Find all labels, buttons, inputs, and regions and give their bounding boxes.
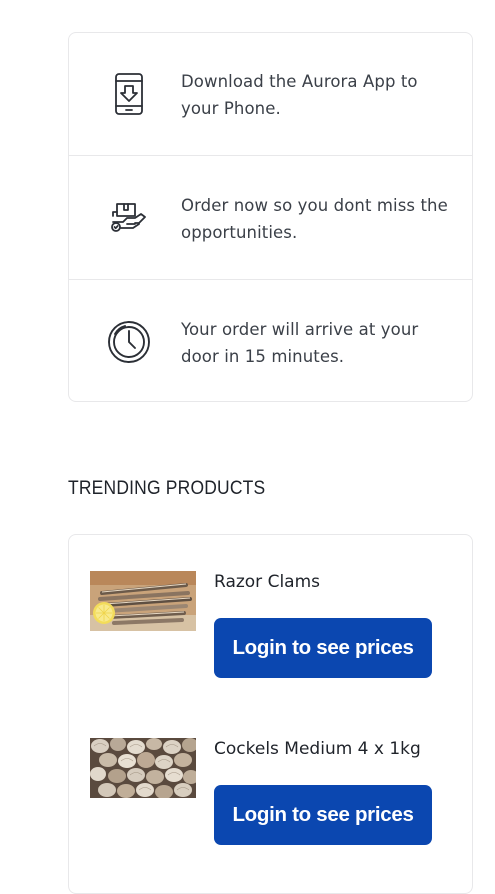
delivery-box-icon	[105, 194, 153, 242]
feature-delivery-time: Your order will arrive at your door in 1…	[69, 281, 472, 402]
clock-icon	[105, 318, 153, 366]
trending-products-card: Razor Clams Login to see prices Cockels …	[68, 534, 473, 894]
cockles-image[interactable]	[90, 738, 196, 798]
feature-text: Your order will arrive at your door in 1…	[181, 320, 419, 366]
trending-products-heading: TRENDING PRODUCTS	[68, 478, 266, 499]
product-item: Cockels Medium 4 x 1kg Login to see pric…	[69, 738, 472, 858]
login-to-see-prices-button[interactable]: Login to see prices	[214, 785, 432, 845]
feature-download-app: Download the Aurora App to your Phone.	[69, 33, 472, 156]
product-name[interactable]: Razor Clams	[214, 572, 320, 592]
login-to-see-prices-button[interactable]: Login to see prices	[214, 618, 432, 678]
feature-order-now: Order now so you dont miss the opportuni…	[69, 157, 472, 280]
product-name[interactable]: Cockels Medium 4 x 1kg	[214, 739, 421, 759]
razor-clams-image[interactable]	[90, 571, 196, 631]
feature-text: Download the Aurora App to your Phone.	[181, 72, 418, 118]
feature-text: Order now so you dont miss the opportuni…	[181, 196, 448, 242]
product-item: Razor Clams Login to see prices	[69, 571, 472, 691]
phone-download-icon	[105, 70, 153, 118]
features-card: Download the Aurora App to your Phone. O…	[68, 32, 473, 402]
